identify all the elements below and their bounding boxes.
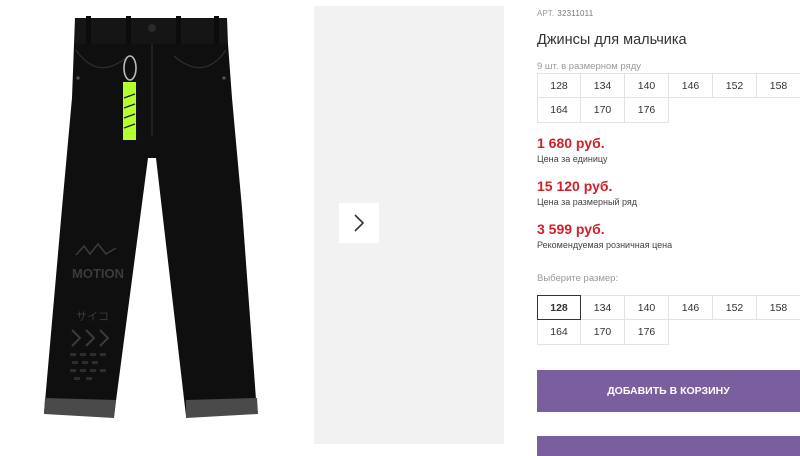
size-option[interactable]: 158 bbox=[757, 295, 800, 320]
size-option[interactable]: 140 bbox=[625, 295, 669, 320]
pack-size-cell: 140 bbox=[625, 73, 669, 98]
pack-size-note: 9 шт. в размерном ряду bbox=[537, 61, 642, 72]
pack-size-cell: 176 bbox=[625, 98, 669, 123]
product-title: Джинсы для мальчика bbox=[537, 32, 687, 48]
print-kana-text: サイコ bbox=[76, 310, 109, 323]
pack-size-cell: 164 bbox=[537, 98, 581, 123]
price-retail: 3 599 руб. bbox=[537, 221, 605, 237]
price-pack-label: Цена за размерный ряд bbox=[537, 197, 638, 207]
pack-size-cell: 152 bbox=[713, 73, 757, 98]
pack-size-cell: 134 bbox=[581, 73, 625, 98]
pack-size-grid: 128 134 140 146 152 158 164 170 176 bbox=[537, 73, 800, 123]
print-motion-text: MOTION bbox=[72, 266, 124, 281]
size-option[interactable]: 164 bbox=[537, 320, 581, 345]
size-option[interactable]: 176 bbox=[625, 320, 669, 345]
size-option[interactable]: 152 bbox=[713, 295, 757, 320]
size-option[interactable]: 170 bbox=[581, 320, 625, 345]
add-to-cart-button[interactable]: ДОБАВИТЬ В КОРЗИНУ bbox=[537, 370, 800, 412]
sku-value: 32311011 bbox=[557, 9, 594, 18]
product-sku: АРТ. 32311011 bbox=[537, 9, 593, 18]
secondary-action-button[interactable] bbox=[537, 436, 800, 456]
pack-size-cell: 128 bbox=[537, 73, 581, 98]
pack-size-cell: 158 bbox=[757, 73, 800, 98]
sku-label: АРТ. bbox=[537, 9, 555, 18]
chevron-right-icon bbox=[354, 214, 365, 232]
price-unit-label: Цена за единицу bbox=[537, 154, 608, 164]
size-select-label: Выберите размер: bbox=[537, 273, 619, 284]
price-pack: 15 120 руб. bbox=[537, 178, 613, 194]
size-option[interactable]: 146 bbox=[669, 295, 713, 320]
size-option[interactable]: 134 bbox=[581, 295, 625, 320]
price-retail-label: Рекомендуемая розничная цена bbox=[537, 240, 673, 250]
size-option[interactable]: 128 bbox=[537, 295, 581, 320]
jeans-image: MOTION サイコ bbox=[44, 16, 258, 418]
size-select-grid: 128 134 140 146 152 158 164 170 176 bbox=[537, 295, 800, 345]
pack-size-cell: 170 bbox=[581, 98, 625, 123]
pack-size-cell: 146 bbox=[669, 73, 713, 98]
price-unit: 1 680 руб. bbox=[537, 135, 605, 151]
gallery-next-button[interactable] bbox=[339, 203, 379, 243]
product-image-main[interactable]: MOTION サイコ bbox=[0, 0, 308, 444]
